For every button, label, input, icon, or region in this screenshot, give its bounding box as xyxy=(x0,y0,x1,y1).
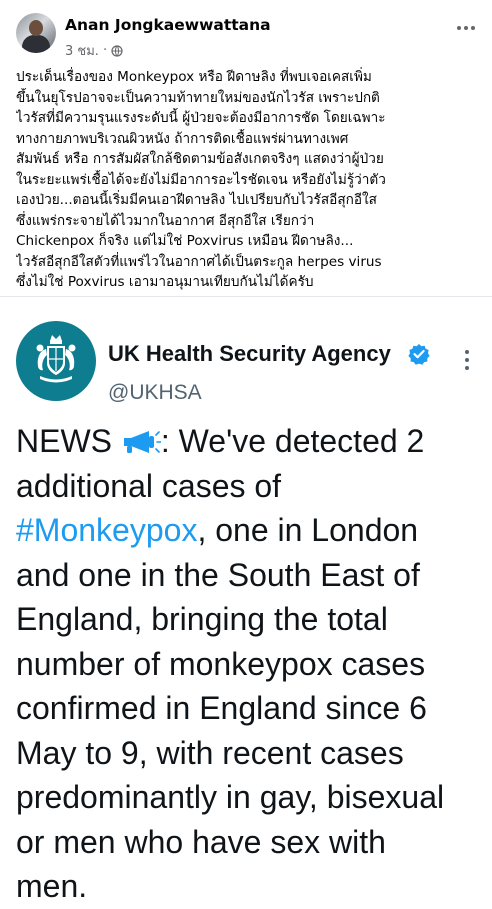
tweet-line: confirmed in England since 6 xyxy=(16,690,427,726)
hashtag-link[interactable]: #Monkeypox xyxy=(16,512,197,548)
tweet-author-name[interactable]: UK Health Security Agency xyxy=(108,341,391,367)
post-line: ขึ้นในยุโรปอาจจะเป็นความท้าทายใหม่ของนัก… xyxy=(16,89,380,106)
post-text: ประเด็นเรื่องของ Monkeypox หรือ ฝีดาษลิง… xyxy=(16,67,480,293)
tweet-line: or men who have sex with xyxy=(16,823,386,860)
tweet-line: #Monkeypox, one in London xyxy=(16,508,486,553)
embedded-tweet[interactable]: UK Health Security Agency @UKHSA NEWS : … xyxy=(0,305,492,904)
post-line: ทางกายภาพบริเวณผิวหนัง ถ้าการติดเชื้อแพร… xyxy=(16,130,349,147)
verified-badge-icon xyxy=(408,344,430,365)
post-line: ไวรัสอีสุกอีใสตัวที่แพร่ไวในอากาศได้เป็น… xyxy=(16,253,382,270)
tweet-text-segment: NEWS xyxy=(16,423,121,459)
post-line: ไวรัสที่มีความรุนแรงระดับนี้ ผู้ป่วยจะต้… xyxy=(16,110,386,126)
tweet-line: additional cases of xyxy=(16,467,282,504)
tweet-line: England, bringing the total xyxy=(16,601,388,637)
tweet-line: NEWS : We've detected 2 xyxy=(16,419,486,464)
globe-icon xyxy=(111,44,123,57)
avatar-shoulders xyxy=(22,35,50,53)
tweet-line: men. xyxy=(16,868,88,904)
tweet-handle[interactable]: @UKHSA xyxy=(108,381,202,405)
post-line: ซึ่งไม่ใช่ Poxvirus เอามาอนุมานเทียบกันไ… xyxy=(16,274,314,290)
tweet-text-segment: : We've detected 2 xyxy=(160,423,425,459)
post-time[interactable]: 3 ชม. xyxy=(65,40,99,61)
megaphone-icon xyxy=(123,431,161,453)
tweet-line: May to 9, with recent cases xyxy=(16,734,404,771)
post-meta: 3 ชม. · xyxy=(65,40,123,61)
tweet-line: number of monkeypox cases xyxy=(16,645,426,682)
post-line: ซึ่งแพร่กระจายได้ไวมากในอากาศ อีสุกอีใส … xyxy=(16,212,315,229)
tweet-text: NEWS : We've detected 2 additional cases… xyxy=(16,419,486,909)
post-line: เองป่วย...ตอนนี้เริ่มมีคนเอาฝีดาษลิง ไปเ… xyxy=(16,192,377,208)
royal-crest-icon[interactable] xyxy=(16,321,96,401)
post-line: ในระยะแพร่เชื้อได้จะยังไม่มีอาการอะไรชัด… xyxy=(16,171,386,188)
post-line: Chickenpox ก็จริง แต่ไม่ใช่ Poxvirus เหม… xyxy=(16,233,354,249)
more-vertical-icon[interactable] xyxy=(464,349,470,371)
tweet-line: predominantly in gay, bisexual xyxy=(16,779,445,815)
author-avatar[interactable] xyxy=(16,13,56,53)
post-divider xyxy=(0,296,492,297)
more-horizontal-icon[interactable] xyxy=(456,24,476,32)
tweet-text-segment: , one in London xyxy=(197,512,419,548)
post-line: สัมพันธ์ หรือ การสัมผัสใกล้ชิดตามข้อสังเ… xyxy=(16,151,384,167)
tweet-line: and one in the South East of xyxy=(16,556,420,593)
post-header: Anan Jongkaewwattana 3 ชม. · xyxy=(0,0,492,60)
crest-graphic xyxy=(36,335,76,383)
post-line: ประเด็นเรื่องของ Monkeypox หรือ ฝีดาษลิง… xyxy=(16,69,372,85)
avatar-head xyxy=(29,20,43,36)
meta-separator: · xyxy=(102,43,108,58)
author-name[interactable]: Anan Jongkaewwattana xyxy=(65,16,271,34)
